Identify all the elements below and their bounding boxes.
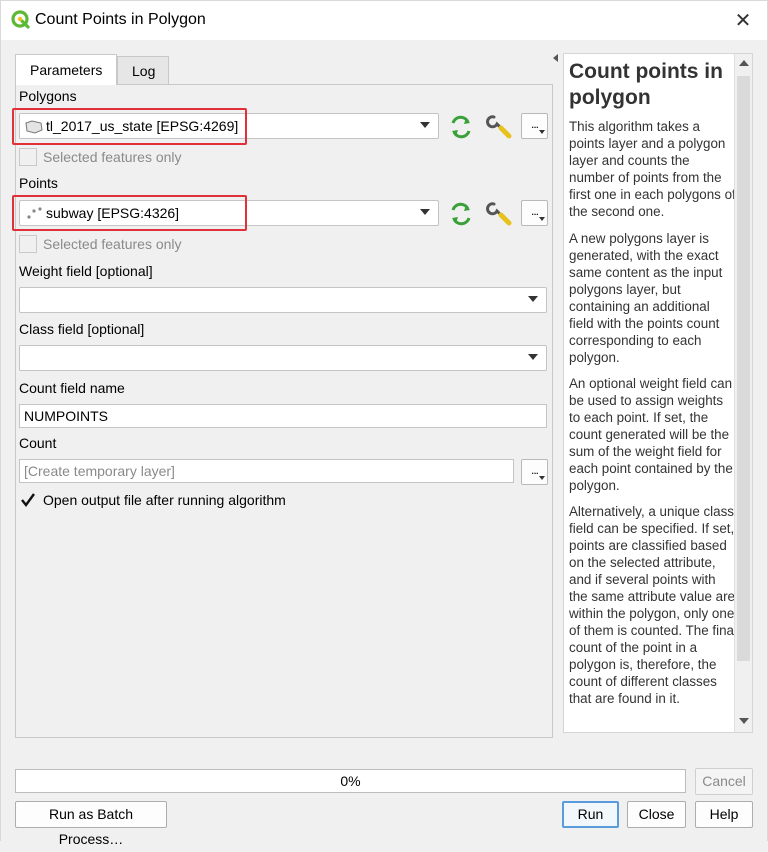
tab-log[interactable]: Log — [117, 56, 169, 85]
class-field-label: Class field [optional] — [19, 321, 145, 337]
count-field-name-label: Count field name — [19, 380, 125, 396]
scroll-down-icon[interactable] — [739, 718, 749, 724]
wrench-icon[interactable] — [485, 112, 513, 140]
scroll-thumb[interactable] — [737, 76, 750, 661]
close-button[interactable]: Close — [627, 801, 686, 828]
tab-parameters[interactable]: Parameters — [15, 54, 117, 85]
help-paragraph: A new polygons layer is generated, with … — [569, 231, 723, 365]
help-paragraph: An optional weight field can be used to … — [569, 376, 733, 493]
open-output-label: Open output file after running algorithm — [43, 492, 286, 508]
points-options-button[interactable]: ... — [521, 200, 548, 226]
weight-field-combo[interactable] — [19, 287, 547, 313]
help-paragraph: This algorithm takes a points layer and … — [569, 119, 736, 219]
run-as-batch-button[interactable]: Run as Batch Process… — [15, 801, 167, 847]
points-selected-only-label: Selected features only — [43, 236, 182, 252]
title-bar: Count Points in Polygon ✕ — [0, 0, 768, 40]
count-field-name-input[interactable]: NUMPOINTS — [19, 404, 547, 428]
chevron-down-icon — [420, 122, 430, 128]
count-output-label: Count — [19, 435, 57, 451]
highlight-box — [12, 108, 247, 145]
help-scrollbar[interactable] — [734, 54, 752, 732]
points-label: Points — [19, 175, 58, 191]
count-output-input[interactable]: [Create temporary layer] — [19, 459, 514, 483]
iterate-icon[interactable] — [447, 113, 475, 141]
weight-field-label: Weight field [optional] — [19, 263, 153, 279]
points-selected-only-checkbox[interactable] — [19, 235, 37, 253]
help-button[interactable]: Help — [695, 801, 753, 828]
help-title: Count points in polygon — [569, 60, 723, 109]
wrench-icon[interactable] — [485, 199, 513, 227]
run-button[interactable]: Run — [562, 801, 619, 828]
polygons-selected-only-checkbox[interactable] — [19, 148, 37, 166]
class-field-combo[interactable] — [19, 345, 547, 371]
progress-bar: 0% — [15, 769, 686, 793]
help-paragraph: Alternatively, a unique class field can … — [569, 504, 737, 706]
qgis-logo-icon — [11, 10, 30, 29]
polygons-options-button[interactable]: ... — [521, 113, 548, 139]
window-title: Count Points in Polygon — [35, 11, 206, 28]
open-output-checkbox[interactable] — [19, 491, 37, 509]
scroll-up-icon[interactable] — [739, 60, 749, 66]
chevron-down-icon — [528, 296, 538, 302]
chevron-down-icon — [528, 354, 538, 360]
highlight-box — [12, 195, 247, 231]
count-output-options-button[interactable]: ... — [521, 459, 548, 485]
collapse-arrow-icon[interactable] — [553, 54, 558, 62]
help-pane: Count points in polygon This algorithm t… — [563, 53, 753, 733]
polygons-selected-only-label: Selected features only — [43, 149, 182, 165]
polygons-label: Polygons — [19, 88, 77, 104]
cancel-button[interactable]: Cancel — [695, 768, 753, 795]
iterate-icon[interactable] — [447, 200, 475, 228]
chevron-down-icon — [420, 209, 430, 215]
close-window-button[interactable]: ✕ — [729, 7, 757, 35]
